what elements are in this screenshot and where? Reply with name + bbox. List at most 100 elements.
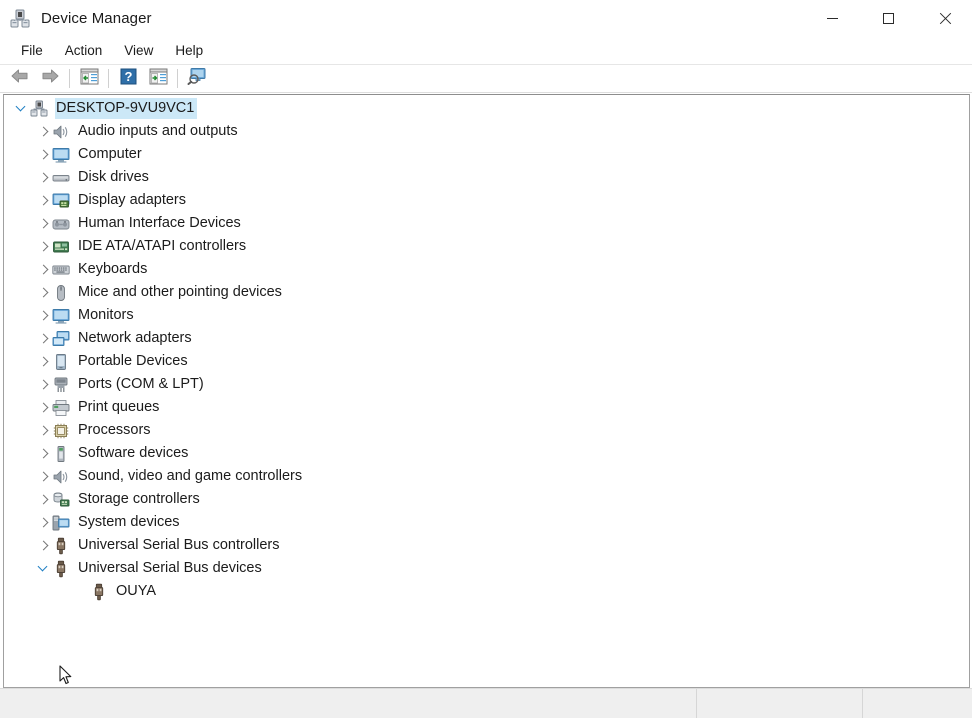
title-bar: Device Manager: [0, 0, 972, 37]
tree-node-label: Print queues: [78, 399, 160, 415]
tree-node[interactable]: Monitors: [4, 304, 969, 327]
tree-node[interactable]: OUYA: [4, 580, 969, 603]
maximize-icon: [882, 13, 894, 24]
hid-icon: [52, 215, 70, 233]
tree-node[interactable]: IDE ATA/ATAPI controllers: [4, 235, 969, 258]
window-title: Device Manager: [41, 10, 152, 27]
tree-node[interactable]: Ports (COM & LPT): [4, 373, 969, 396]
chevron-right-icon[interactable]: [34, 189, 52, 212]
tree-node-label: Universal Serial Bus controllers: [78, 537, 280, 553]
window-controls: [804, 0, 972, 37]
chevron-down-icon[interactable]: [34, 557, 52, 580]
toolbar: ?: [0, 64, 972, 93]
chevron-right-icon[interactable]: [34, 281, 52, 304]
tree-node[interactable]: Audio inputs and outputs: [4, 120, 969, 143]
port-icon: [52, 376, 70, 394]
usb-icon: [52, 560, 70, 578]
forward-arrow-icon: [40, 68, 60, 89]
chevron-right-icon[interactable]: [34, 327, 52, 350]
properties-button[interactable]: [143, 66, 173, 91]
portable-device-icon: [52, 353, 70, 371]
chevron-right-icon[interactable]: [34, 442, 52, 465]
system-device-icon: [52, 514, 70, 532]
chevron-right-icon[interactable]: [34, 511, 52, 534]
tree-node[interactable]: System devices: [4, 511, 969, 534]
tree-node-label: Sound, video and game controllers: [78, 468, 303, 484]
status-pane-2: [697, 689, 863, 718]
menu-item-help[interactable]: Help: [164, 40, 214, 62]
scan-hardware-changes-button[interactable]: [182, 66, 212, 91]
status-pane-3: [863, 689, 972, 718]
usb-icon: [52, 537, 70, 555]
tree-node[interactable]: Universal Serial Bus controllers: [4, 534, 969, 557]
chevron-right-icon[interactable]: [34, 258, 52, 281]
speaker-icon: [52, 123, 70, 141]
speaker-icon: [52, 468, 70, 486]
forward-button[interactable]: [35, 66, 65, 91]
tree-node[interactable]: Print queues: [4, 396, 969, 419]
display-adapter-icon: [52, 192, 70, 210]
software-device-icon: [52, 445, 70, 463]
chevron-right-icon[interactable]: [34, 166, 52, 189]
chevron-right-icon[interactable]: [34, 373, 52, 396]
monitor-icon: [52, 146, 70, 164]
tree-twisty-placeholder: [72, 580, 90, 603]
tree-node[interactable]: Disk drives: [4, 166, 969, 189]
chevron-right-icon[interactable]: [34, 419, 52, 442]
chevron-right-icon[interactable]: [34, 143, 52, 166]
help-question-icon: ?: [120, 68, 137, 90]
chevron-down-icon[interactable]: [12, 97, 30, 120]
chevron-right-icon[interactable]: [34, 488, 52, 511]
back-arrow-icon: [10, 68, 30, 89]
chevron-right-icon[interactable]: [34, 212, 52, 235]
device-tree: DESKTOP-9VU9VC1 Audio inputs and outputs C…: [4, 95, 969, 603]
status-pane-1: [0, 689, 697, 718]
chevron-right-icon[interactable]: [34, 235, 52, 258]
toolbar-separator-3: [177, 69, 178, 88]
menu-item-view[interactable]: View: [113, 40, 164, 62]
tree-node[interactable]: Storage controllers: [4, 488, 969, 511]
tree-node[interactable]: Display adapters: [4, 189, 969, 212]
tree-node-label: Processors: [78, 422, 151, 438]
chevron-right-icon[interactable]: [34, 465, 52, 488]
svg-text:?: ?: [124, 69, 132, 84]
tree-node[interactable]: Universal Serial Bus devices: [4, 557, 969, 580]
help-button[interactable]: ?: [113, 66, 143, 91]
chevron-right-icon[interactable]: [34, 534, 52, 557]
tree-node[interactable]: Processors: [4, 419, 969, 442]
tree-node-label: Computer: [78, 146, 142, 162]
usb-icon: [90, 583, 108, 601]
printer-icon: [52, 399, 70, 417]
console-tree-icon: [80, 68, 99, 90]
chevron-right-icon[interactable]: [34, 350, 52, 373]
computer-root-icon: [30, 100, 48, 118]
tree-node-label: Universal Serial Bus devices: [78, 560, 262, 576]
back-button[interactable]: [5, 66, 35, 91]
menu-item-action[interactable]: Action: [54, 40, 114, 62]
minimize-button[interactable]: [804, 0, 860, 37]
chevron-right-icon[interactable]: [34, 396, 52, 419]
tree-node-label: IDE ATA/ATAPI controllers: [78, 238, 247, 254]
tree-node[interactable]: Mice and other pointing devices: [4, 281, 969, 304]
tree-node[interactable]: Network adapters: [4, 327, 969, 350]
tree-root-node[interactable]: DESKTOP-9VU9VC1: [4, 97, 969, 120]
tree-node[interactable]: Keyboards: [4, 258, 969, 281]
network-adapter-icon: [52, 330, 70, 348]
tree-node[interactable]: Software devices: [4, 442, 969, 465]
maximize-button[interactable]: [860, 0, 916, 37]
tree-node-label: DESKTOP-9VU9VC1: [55, 98, 198, 119]
menu-item-file[interactable]: File: [10, 40, 54, 62]
close-button[interactable]: [916, 0, 972, 37]
tree-node[interactable]: Sound, video and game controllers: [4, 465, 969, 488]
device-manager-window: Device Manager File Action View Help ? D…: [0, 0, 972, 718]
show-hide-console-tree-button[interactable]: [74, 66, 104, 91]
mouse-icon: [52, 284, 70, 302]
tree-node[interactable]: Human Interface Devices: [4, 212, 969, 235]
device-tree-panel[interactable]: DESKTOP-9VU9VC1 Audio inputs and outputs C…: [3, 94, 970, 688]
tree-node[interactable]: Computer: [4, 143, 969, 166]
tree-node[interactable]: Portable Devices: [4, 350, 969, 373]
chevron-right-icon[interactable]: [34, 120, 52, 143]
chevron-right-icon[interactable]: [34, 304, 52, 327]
tree-node-label: Portable Devices: [78, 353, 188, 369]
close-icon: [938, 12, 951, 25]
